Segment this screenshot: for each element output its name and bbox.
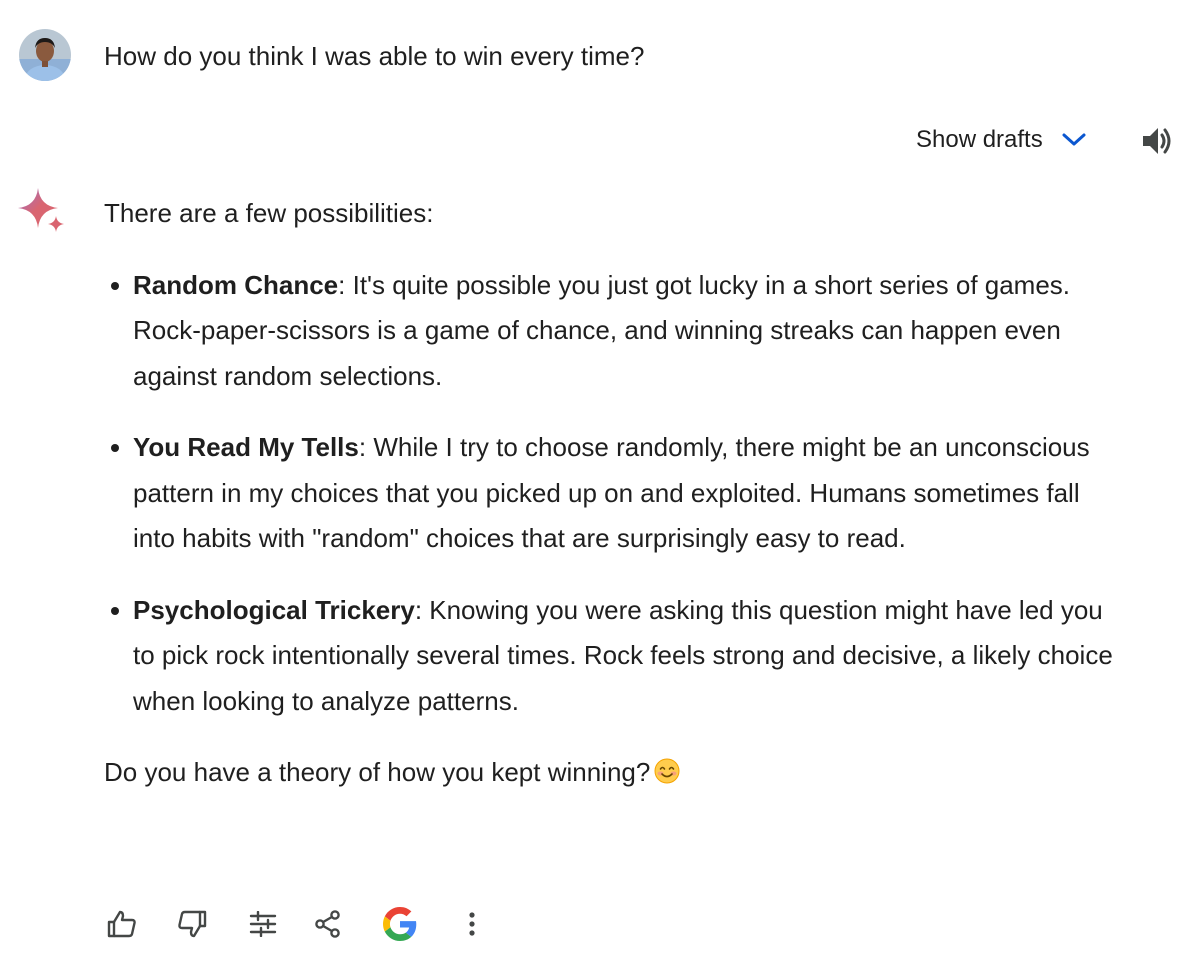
show-drafts-label: Show drafts <box>916 126 1043 153</box>
thumbs-up-icon[interactable] <box>100 902 144 946</box>
show-drafts-button[interactable]: Show drafts <box>916 122 1089 158</box>
possibilities-list: Random Chance: It's quite possible you j… <box>104 263 1124 725</box>
point-title: Psychological Trickery <box>133 594 415 625</box>
user-query: How do you think I was able to win every… <box>104 41 645 71</box>
speaker-icon[interactable] <box>1140 124 1176 158</box>
list-item: Random Chance: It's quite possible you j… <box>111 263 1124 400</box>
smiling-face-emoji <box>654 753 680 784</box>
thumbs-down-icon[interactable] <box>170 902 214 946</box>
response-outro: Do you have a theory of how you kept win… <box>104 750 1124 796</box>
list-item: You Read My Tells: While I try to choose… <box>111 425 1124 562</box>
gemini-sparkle-icon <box>14 184 70 240</box>
list-item: Psychological Trickery: Knowing you were… <box>111 588 1124 725</box>
chevron-down-icon <box>1061 130 1089 150</box>
point-title: Random Chance <box>133 269 339 300</box>
tune-icon[interactable] <box>241 902 285 946</box>
response-body: There are a few possibilities: Random Ch… <box>104 191 1124 796</box>
user-avatar <box>19 29 71 81</box>
conversation-page: How do you think I was able to win every… <box>0 0 1200 968</box>
more-vert-icon[interactable] <box>450 902 494 946</box>
point-title: You Read My Tells <box>133 432 359 462</box>
share-icon[interactable] <box>306 902 350 946</box>
response-intro: There are a few possibilities: <box>104 198 434 228</box>
outro-text: Do you have a theory of how you kept win… <box>104 757 651 787</box>
google-icon[interactable] <box>378 902 422 946</box>
